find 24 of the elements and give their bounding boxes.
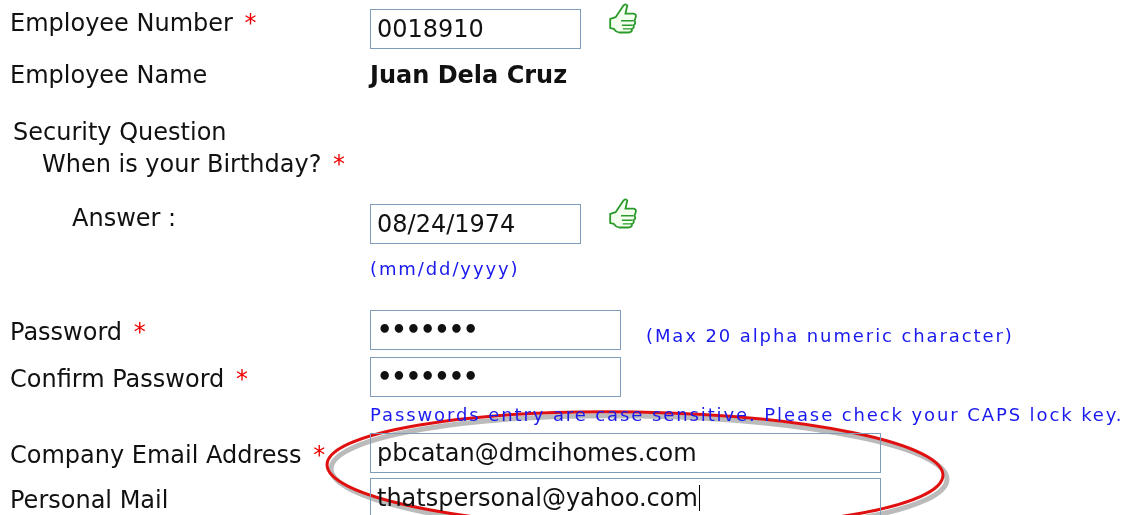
question-text: When is your Birthday? (42, 150, 322, 178)
field-label: Confirm Password (10, 365, 225, 393)
input-field[interactable]: pbcatan@dmcihomes.com (370, 433, 881, 473)
input-field[interactable]: ••••••• (370, 357, 621, 397)
required-mark: * (235, 365, 248, 393)
required-mark: * (333, 150, 346, 178)
text-cursor (698, 485, 700, 511)
field-label: Password (10, 318, 123, 346)
required-mark: * (133, 318, 146, 346)
field-label: Answer : (72, 204, 177, 232)
input-field[interactable]: thatspersonal@yahoo.com (370, 478, 881, 515)
field-label: Company Email Address (10, 441, 302, 469)
field-label: Personal Mail (10, 486, 169, 514)
input-field[interactable]: ••••••• (370, 310, 621, 350)
hint-text: (mm/dd/yyyy) (370, 258, 521, 280)
field-label: Employee Number (10, 9, 233, 37)
hint-text: (Max 20 alpha numeric character) (646, 325, 1014, 346)
required-mark: * (313, 441, 326, 469)
field-label: Employee Name (10, 61, 208, 89)
input-field[interactable]: 0018910 (370, 9, 581, 49)
employee-name: Juan Dela Cruz (370, 61, 568, 89)
section-heading: Security Question (12, 118, 228, 148)
required-mark: * (244, 9, 257, 37)
input-field[interactable]: 08/24/1974 (370, 204, 581, 244)
